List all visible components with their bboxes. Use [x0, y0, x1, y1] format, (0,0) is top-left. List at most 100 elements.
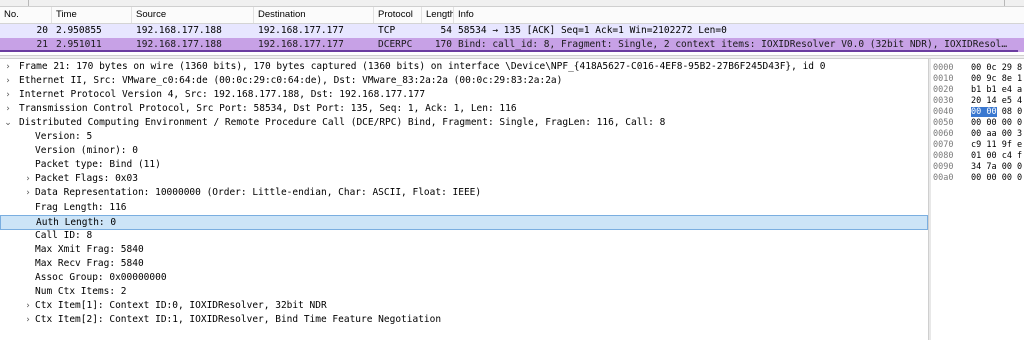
packet-length: 170 — [434, 39, 452, 50]
hex-offset: 0020 — [933, 85, 954, 95]
tree-item-label: Frame 21: 170 bytes on wire (1360 bits),… — [19, 61, 826, 72]
chevron-down-icon[interactable]: ⌄ — [3, 116, 13, 130]
column-header-source[interactable]: Source — [132, 7, 254, 23]
tree-item-selected[interactable]: Auth Length: 0 — [0, 215, 928, 230]
tree-item-label: Internet Protocol Version 4, Src: 192.16… — [19, 89, 426, 100]
hex-bytes-rest: 08 0 — [996, 107, 1023, 117]
toolbar-tick — [1004, 0, 1005, 6]
hex-bytes: c9 11 9f e — [971, 140, 1023, 150]
chevron-right-icon[interactable]: › — [23, 186, 33, 200]
toolbar-strip — [0, 0, 1024, 7]
hex-offset: 0080 — [933, 151, 954, 161]
tree-item-label: Transmission Control Protocol, Src Port:… — [19, 103, 517, 114]
hex-bytes: 00 00 00 0 — [971, 173, 1023, 183]
tree-item[interactable]: › Transmission Control Protocol, Src Port… — [0, 102, 928, 116]
hex-bytes: 01 00 c4 f — [971, 151, 1023, 161]
tree-item[interactable]: Packet type: Bind (11) — [0, 158, 928, 172]
tree-item[interactable]: ⌄ Distributed Computing Environment / Rem… — [0, 116, 928, 130]
tree-item-label: Packet type: Bind (11) — [35, 159, 161, 170]
tree-item[interactable]: › Ctx Item[1]: Context ID:0, IOXIDResolve… — [0, 299, 928, 313]
hex-bytes: 34 7a 00 0 — [971, 162, 1023, 172]
tree-item-label: Assoc Group: 0x00000000 — [35, 272, 167, 283]
tree-item-label: Distributed Computing Environment / Remo… — [19, 117, 666, 128]
tree-item[interactable]: › Ethernet II, Src: VMware_c0:64:de (00:0… — [0, 74, 928, 88]
tree-item-label: Ctx Item[2]: Context ID:1, IOXIDResolver… — [35, 314, 442, 325]
tree-item-label: Ctx Item[1]: Context ID:0, IOXIDResolver… — [35, 300, 327, 311]
tree-item[interactable]: Max Recv Frag: 5840 — [0, 257, 928, 271]
hex-offset: 00a0 — [933, 173, 954, 183]
hex-offset: 0050 — [933, 118, 954, 128]
hex-offset: 0070 — [933, 140, 954, 150]
hex-offset: 0060 — [933, 129, 954, 139]
hex-bytes: 00 9c 8e 1 — [971, 74, 1023, 84]
hex-bytes: 00 00 00 0 — [971, 118, 1023, 128]
packet-info: 58534 → 135 [ACK] Seq=1 Ack=1 Win=210227… — [458, 25, 727, 36]
hex-bytes-highlighted: 00 00 — [971, 107, 997, 117]
toolbar-tick — [28, 0, 29, 6]
packet-row-selected[interactable]: 21 2.951011 192.168.177.188 192.168.177.… — [0, 38, 1024, 52]
column-header-length[interactable]: Length — [422, 7, 454, 23]
tree-item[interactable]: Num Ctx Items: 2 — [0, 285, 928, 299]
packet-destination: 192.168.177.177 — [258, 25, 344, 36]
tree-item[interactable]: › Frame 21: 170 bytes on wire (1360 bits)… — [0, 60, 928, 74]
tree-item-label: Frag Length: 116 — [35, 202, 127, 213]
column-header-time[interactable]: Time — [52, 7, 132, 23]
column-header-protocol[interactable]: Protocol — [374, 7, 422, 23]
tree-item[interactable]: › Internet Protocol Version 4, Src: 192.1… — [0, 88, 928, 102]
chevron-right-icon[interactable]: › — [23, 313, 33, 327]
chevron-right-icon[interactable]: › — [23, 172, 33, 186]
chevron-right-icon[interactable]: › — [3, 60, 13, 74]
packet-info: Bind: call_id: 8, Fragment: Single, 2 co… — [458, 39, 1008, 50]
column-header-destination[interactable]: Destination — [254, 7, 374, 23]
tree-item[interactable]: Max Xmit Frag: 5840 — [0, 243, 928, 257]
tree-item[interactable]: › Data Representation: 10000000 (Order: L… — [0, 186, 928, 200]
packet-no: 20 — [36, 25, 48, 36]
packet-source: 192.168.177.188 — [136, 39, 222, 50]
chevron-right-icon[interactable]: › — [23, 299, 33, 313]
packet-no: 21 — [36, 39, 48, 50]
tree-item-label: Call ID: 8 — [35, 230, 93, 241]
tree-item-label: Data Representation: 10000000 (Order: Li… — [35, 187, 482, 198]
chevron-right-icon[interactable]: › — [3, 88, 13, 102]
hex-bytes: 00 00 08 0 — [971, 107, 1022, 118]
tree-item[interactable]: Frag Length: 116 — [0, 201, 928, 215]
column-header-info[interactable]: Info — [454, 7, 1024, 23]
tree-item[interactable]: Call ID: 8 — [0, 229, 928, 243]
tree-item-label: Version (minor): 0 — [35, 145, 138, 156]
packet-row[interactable]: 20 2.950855 192.168.177.188 192.168.177.… — [0, 24, 1024, 38]
hex-bytes: 00 0c 29 8 — [971, 63, 1023, 73]
tree-item-label: Version: 5 — [35, 131, 93, 142]
packet-length: 54 — [440, 25, 452, 36]
hex-offset: 0030 — [933, 96, 954, 106]
packet-protocol: DCERPC — [378, 39, 413, 50]
hex-bytes: 20 14 e5 4 — [971, 96, 1023, 106]
packet-time: 2.950855 — [56, 25, 102, 36]
tree-item[interactable]: Assoc Group: 0x00000000 — [0, 271, 928, 285]
packet-list-header: No. Time Source Destination Protocol Len… — [0, 7, 1024, 24]
tree-item-label: Max Xmit Frag: 5840 — [35, 244, 144, 255]
tree-item-label: Max Recv Frag: 5840 — [35, 258, 144, 269]
tree-item[interactable]: Version (minor): 0 — [0, 144, 928, 158]
packet-protocol: TCP — [378, 25, 396, 36]
hex-bytes: b1 b1 e4 a — [971, 85, 1023, 95]
hex-offset: 0010 — [933, 74, 954, 84]
hex-offset: 0000 — [933, 63, 954, 73]
tree-item[interactable]: › Ctx Item[2]: Context ID:1, IOXIDResolve… — [0, 313, 928, 327]
column-header-no[interactable]: No. — [0, 7, 52, 23]
hex-bytes: 00 aa 00 3 — [971, 129, 1023, 139]
packet-list[interactable]: No. Time Source Destination Protocol Len… — [0, 7, 1024, 55]
hex-offset: 0090 — [933, 162, 954, 172]
chevron-right-icon[interactable]: › — [3, 102, 13, 116]
tree-item[interactable]: › Packet Flags: 0x03 — [0, 172, 928, 186]
tree-item-label: Num Ctx Items: 2 — [35, 286, 127, 297]
hex-offset: 0040 — [933, 107, 954, 117]
tree-item[interactable]: Version: 5 — [0, 130, 928, 144]
chevron-right-icon[interactable]: › — [3, 74, 13, 88]
packet-time: 2.951011 — [56, 39, 102, 50]
packet-source: 192.168.177.188 — [136, 25, 222, 36]
packet-bytes-pane[interactable]: 0000 00 0c 29 8 0010 00 9c 8e 1 0020 b1 b1 e4… — [931, 59, 1024, 340]
tree-item-label: Ethernet II, Src: VMware_c0:64:de (00:0c… — [19, 75, 563, 86]
tree-item-label: Auth Length: 0 — [36, 217, 117, 228]
packet-details-tree[interactable]: › Frame 21: 170 bytes on wire (1360 bits)… — [0, 59, 928, 340]
packet-destination: 192.168.177.177 — [258, 39, 344, 50]
